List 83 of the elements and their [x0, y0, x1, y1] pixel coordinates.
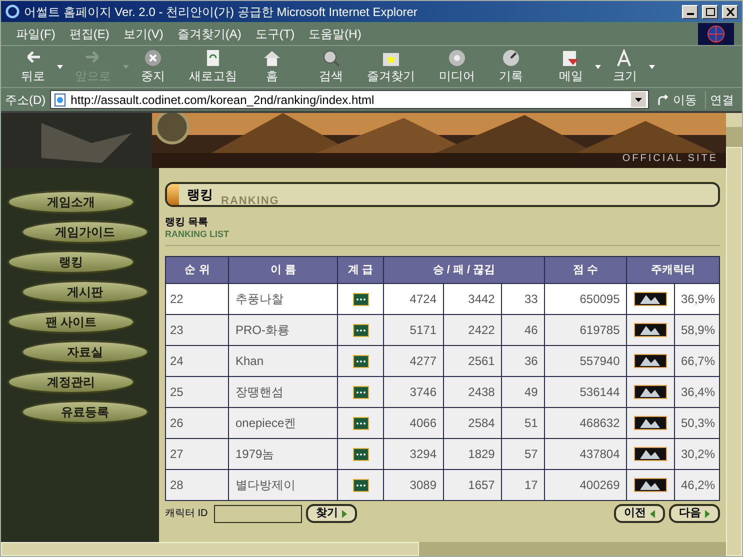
character-thumbnail-icon — [634, 416, 667, 430]
disconnects-cell: 17 — [501, 470, 544, 500]
nav-button[interactable]: 게임소개 — [7, 190, 135, 214]
toolbar-button[interactable]: 미디어 — [427, 48, 487, 86]
ratio-cell: 46,2% — [674, 470, 720, 500]
rank-badge-icon — [352, 448, 369, 460]
media-icon — [446, 48, 468, 66]
toolbar-button[interactable]: 새로고침 — [177, 48, 249, 86]
rank-badge-icon — [352, 324, 369, 336]
rank-cell: 28 — [166, 470, 229, 500]
section-title: 랭킹 목록 — [165, 216, 209, 229]
close-button[interactable] — [722, 4, 738, 18]
arrow-icon — [705, 510, 710, 518]
character-thumbnail-icon — [634, 478, 667, 492]
character-thumbnail-icon — [634, 323, 667, 337]
arrow-icon — [657, 94, 669, 106]
rank-badge-icon — [352, 478, 369, 492]
name-cell: 별다방제이 — [228, 470, 338, 500]
menu-item[interactable]: 편집(E) — [62, 24, 116, 42]
page-title-watermark: RANKING — [221, 194, 280, 210]
title-accent — [167, 184, 179, 205]
column-header: 이 름 — [228, 256, 338, 284]
nav-button[interactable]: 유료등록 — [21, 400, 149, 424]
next-button[interactable]: 다음 — [669, 504, 720, 523]
banner-tagline: OFFICIAL SITE — [622, 152, 718, 166]
stop-icon — [142, 48, 164, 66]
nav-button[interactable]: 랭킹 — [7, 250, 135, 274]
score-cell: 400269 — [544, 470, 626, 500]
section-subtitle: RANKING LIST — [165, 229, 230, 240]
close-icon — [726, 8, 734, 16]
rank-badge-icon — [352, 386, 369, 398]
search-label: 캐릭터 ID — [165, 507, 208, 521]
minimize-icon — [686, 13, 694, 15]
toolbar-button[interactable]: 즐겨찾기 — [355, 48, 427, 86]
toolbar-button[interactable]: 메일 — [547, 48, 601, 86]
character-thumbnail-icon — [634, 447, 667, 461]
character-thumbnail-icon — [634, 354, 667, 368]
page-icon — [52, 92, 67, 106]
nav-button[interactable]: 게임가이드 — [21, 220, 149, 244]
column-header: 승 / 패 / 끊김 — [384, 256, 544, 284]
vertical-scrollbar[interactable] — [726, 113, 742, 556]
history-icon — [500, 48, 522, 66]
search-button[interactable]: 찾기 — [306, 504, 357, 523]
wins-cell: 3089 — [384, 470, 443, 500]
nav-button[interactable]: 팬 사이트 — [7, 310, 135, 334]
menu-item[interactable]: 보기(V) — [116, 24, 170, 42]
address-label: 주소(D) — [5, 92, 46, 108]
browser-icon — [5, 4, 20, 19]
menu-item[interactable]: 즐겨찾기(A) — [170, 24, 248, 42]
toolbar-button[interactable]: 홈 — [249, 48, 295, 86]
minimize-button[interactable] — [682, 4, 698, 18]
previous-button[interactable]: 이전 — [614, 504, 665, 523]
rank-badge-icon — [352, 416, 369, 430]
character-thumbnail-icon — [634, 292, 667, 306]
losses-cell: 1657 — [443, 470, 502, 500]
toolbar-button[interactable]: 중지 — [129, 48, 177, 86]
dropdown-icon[interactable] — [631, 92, 646, 107]
rank-badge-icon — [352, 292, 369, 306]
window-title: 어썰트 홈페이지 Ver. 2.0 - 천리안이(가) 공급한 Microsoft Internet Explorer — [24, 4, 418, 20]
address-field[interactable]: http://assault.codinet.com/korean_2nd/ranking/index.html — [50, 90, 649, 109]
character-thumbnail-icon — [634, 385, 667, 399]
maximize-icon — [706, 8, 714, 16]
character-id-field[interactable] — [214, 504, 302, 522]
maximize-button[interactable] — [702, 4, 718, 18]
nav-button[interactable]: 계정관리 — [7, 370, 135, 394]
nav-button[interactable]: 자료실 — [21, 340, 149, 364]
toolbar-button[interactable]: 검색 — [307, 48, 355, 86]
toolbar-button[interactable]: 뒤로 — [9, 48, 63, 86]
rank-badge-icon — [352, 354, 369, 368]
toolbar-button[interactable]: 기록 — [487, 48, 535, 86]
menu-item[interactable]: 파일(F) — [9, 24, 62, 42]
horizontal-scrollbar[interactable] — [1, 542, 726, 556]
menu-item[interactable]: 도구(T) — [248, 24, 302, 42]
arrow-icon — [342, 510, 347, 518]
page-title: 랭킹 — [187, 186, 213, 204]
links-label[interactable]: 연결 — [705, 90, 738, 108]
nav-button[interactable]: 게시판 — [21, 280, 149, 304]
menu-item[interactable]: 도움말(H) — [302, 24, 368, 42]
toolbar-button[interactable]: 크기 — [601, 48, 655, 86]
column-header: 순 위 — [166, 256, 229, 284]
globe-logo-icon — [698, 22, 734, 44]
arrow-icon — [650, 510, 655, 518]
go-button[interactable]: 이동 — [653, 90, 701, 108]
